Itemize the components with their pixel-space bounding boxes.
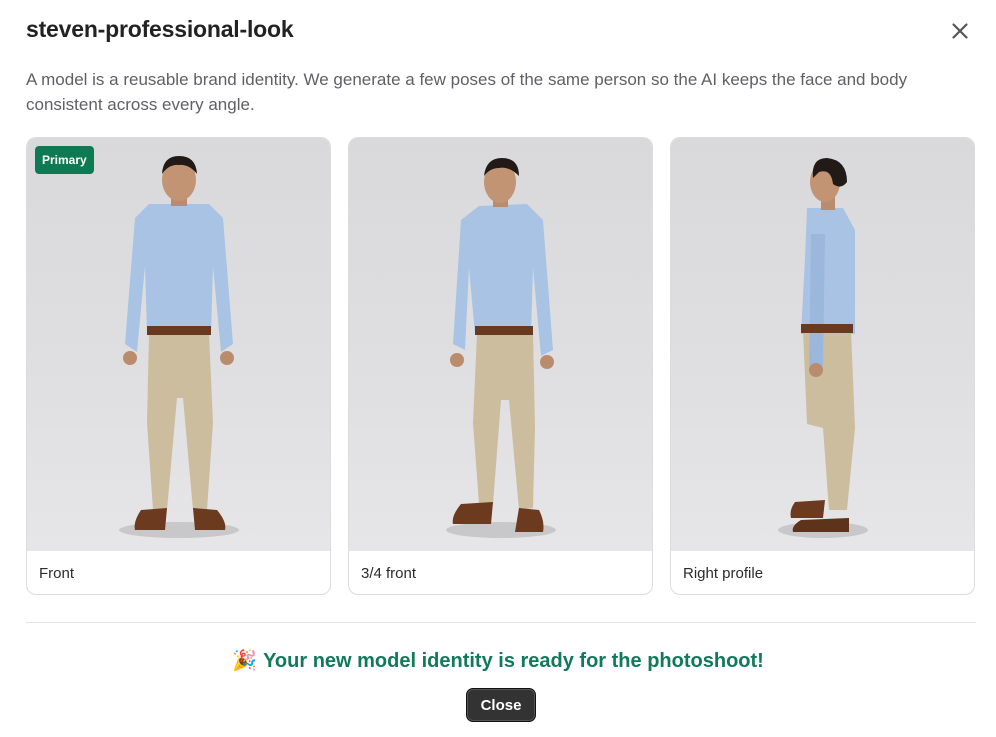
pose-photo-right-profile bbox=[671, 138, 974, 551]
pose-label: Right profile bbox=[683, 565, 764, 582]
pose-card-right-profile[interactable]: Right profile bbox=[670, 137, 975, 595]
dialog-title: steven-professional-look bbox=[26, 16, 294, 42]
pose-label: 3/4 front bbox=[361, 565, 417, 582]
pose-photo-three-quarter-front bbox=[349, 138, 652, 551]
close-icon[interactable] bbox=[947, 18, 973, 44]
success-text: Your new model identity is ready for the… bbox=[263, 650, 764, 672]
dialog-description: A model is a reusable brand identity. We… bbox=[26, 70, 908, 114]
footer-divider bbox=[26, 622, 976, 623]
pose-card-three-quarter-front[interactable]: 3/4 front bbox=[348, 137, 653, 595]
primary-badge: Primary bbox=[35, 146, 94, 174]
close-button[interactable]: Close bbox=[466, 688, 536, 722]
pose-card-front[interactable]: Primary Front bbox=[26, 137, 331, 595]
party-popper-icon: 🎉 bbox=[232, 650, 258, 672]
pose-photo-front bbox=[27, 138, 330, 551]
pose-label: Front bbox=[39, 565, 75, 582]
success-message: 🎉 Your new model identity is ready for th… bbox=[0, 648, 996, 673]
model-identity-dialog: steven-professional-look A model is a re… bbox=[0, 0, 996, 737]
